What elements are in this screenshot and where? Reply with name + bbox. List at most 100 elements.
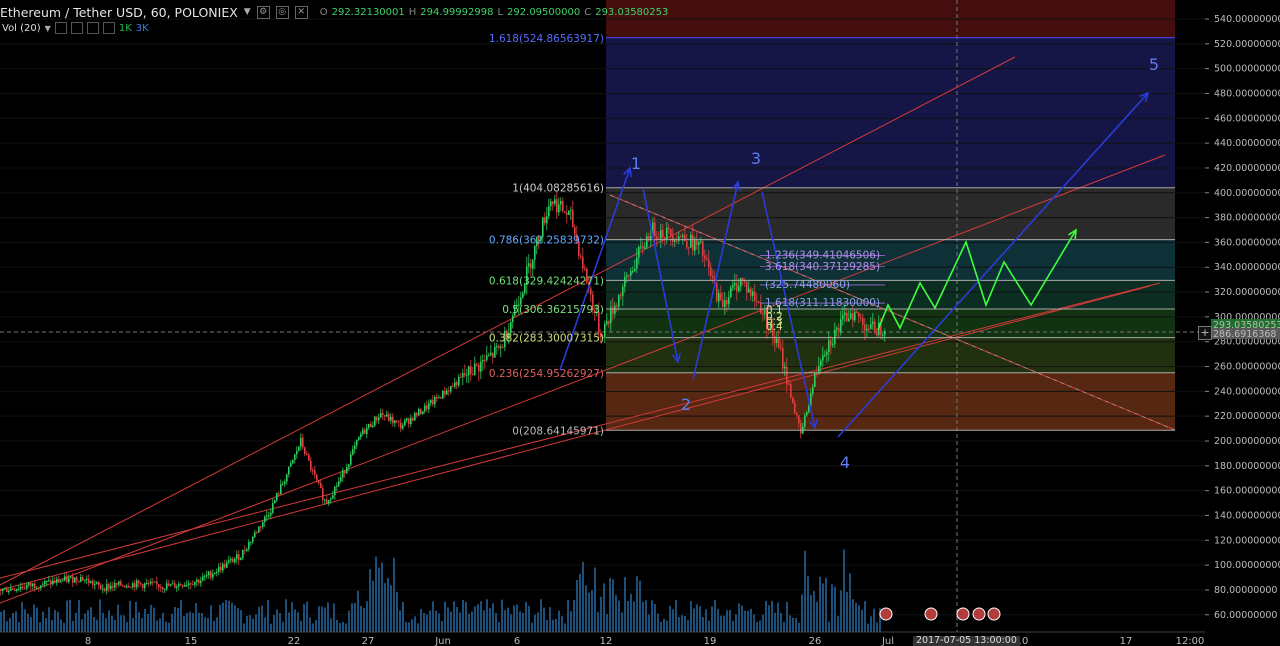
candle-body <box>174 583 176 588</box>
candle-body <box>582 256 584 269</box>
volume-bar <box>75 612 77 632</box>
volume-hide-icon[interactable] <box>70 22 83 34</box>
candle-body <box>58 579 60 583</box>
settings-icon[interactable]: ⚙ <box>256 5 270 19</box>
candle-body <box>206 575 208 577</box>
volume-bar <box>120 615 122 632</box>
fib-level-label: 1(404.08285616) <box>512 183 604 195</box>
volume-label[interactable]: Vol (20) <box>2 23 41 34</box>
candle-body <box>166 583 168 589</box>
event-flag-icon[interactable] <box>956 607 970 621</box>
candle-body <box>454 382 456 387</box>
volume-bar <box>537 612 539 632</box>
candle-body <box>822 355 824 361</box>
candle-body <box>618 295 620 307</box>
candle-body <box>374 416 376 426</box>
volume-bar <box>420 608 422 632</box>
volume-bar <box>318 606 320 632</box>
candle-body <box>550 201 552 207</box>
volume-bar <box>591 590 593 632</box>
candle-body <box>748 288 750 293</box>
volume-bar <box>303 604 305 632</box>
candle-body <box>688 247 690 249</box>
volume-bar <box>750 608 752 632</box>
add-alert-icon[interactable]: + <box>1198 326 1212 340</box>
remove-icon[interactable]: ✕ <box>294 5 308 19</box>
volume-bar <box>594 567 596 632</box>
volume-remove-icon[interactable] <box>102 22 115 34</box>
volume-bar <box>408 622 410 632</box>
candle-body <box>776 338 778 344</box>
candle-body <box>680 236 682 238</box>
x-tick-label: 15 <box>185 636 198 646</box>
volume-bar <box>834 586 836 632</box>
volume-bar <box>720 615 722 632</box>
candle-body <box>554 199 556 205</box>
volume-settings-icon[interactable] <box>54 22 67 34</box>
volume-bar <box>378 567 380 632</box>
volume-bar <box>282 621 284 632</box>
candle-body <box>460 376 462 378</box>
volume-bar <box>756 621 758 632</box>
volume-bar <box>270 623 272 632</box>
candle-body <box>640 246 642 248</box>
candle-body <box>532 259 534 269</box>
volume-bar <box>189 611 191 632</box>
event-flag-icon[interactable] <box>879 607 893 621</box>
volume-bar <box>279 612 281 632</box>
volume-bar <box>288 612 290 632</box>
candle-body <box>548 206 550 217</box>
volume-bar <box>81 619 83 632</box>
volume-more-icon[interactable] <box>86 22 99 34</box>
candle-body <box>642 246 644 249</box>
candle-body <box>590 288 592 295</box>
symbol-title[interactable]: Ethereum / Tether USD, 60, POLONIEX <box>0 5 238 20</box>
volume-bar <box>684 615 686 632</box>
candle-body <box>238 554 240 561</box>
volume-bar <box>858 605 860 632</box>
candle-body <box>838 328 840 333</box>
volume-bar <box>678 617 680 632</box>
event-flag-icon[interactable] <box>972 607 986 621</box>
candle-body <box>122 585 124 587</box>
candle-body <box>378 417 380 421</box>
volume-bar <box>90 607 92 632</box>
candle-body <box>368 423 370 428</box>
candle-body <box>468 366 470 376</box>
candle-body <box>668 227 670 230</box>
candle-body <box>192 584 194 586</box>
hide-icon[interactable]: ◎ <box>275 5 289 19</box>
volume-dropdown-icon[interactable]: ▼ <box>45 24 51 33</box>
volume-bar <box>666 620 668 632</box>
volume-bar <box>147 613 149 632</box>
fib-band <box>606 308 1175 338</box>
candle-body <box>282 483 284 485</box>
candle-body <box>844 312 846 316</box>
candle-body <box>306 454 308 456</box>
candle-body <box>792 397 794 404</box>
volume-bar <box>243 623 245 632</box>
candle-body <box>534 246 536 260</box>
volume-bar <box>675 599 677 632</box>
candle-body <box>56 579 58 583</box>
wave-label-1: 1 <box>631 154 641 173</box>
volume-bar <box>768 605 770 632</box>
candle-body <box>622 286 624 296</box>
candle-body <box>322 488 324 501</box>
volume-bar <box>837 616 839 632</box>
candle-body <box>828 340 830 353</box>
volume-bar <box>45 618 47 632</box>
event-flag-icon[interactable] <box>987 607 1001 621</box>
event-flag-icon[interactable] <box>924 607 938 621</box>
candle-body <box>246 549 248 551</box>
volume-bar <box>474 606 476 632</box>
candle-body <box>632 270 634 272</box>
candle-body <box>842 315 844 320</box>
candle-body <box>790 383 792 398</box>
candle-body <box>178 584 180 587</box>
symbol-dropdown-icon[interactable]: ▼ <box>244 7 251 17</box>
candle-body <box>778 338 780 348</box>
price-chart[interactable]: 1.618(524.86563917) 1(404.08285616) 0.786(… <box>0 0 1280 646</box>
x-tick-label: 12:00 <box>1176 636 1205 646</box>
candle-body <box>654 222 656 237</box>
